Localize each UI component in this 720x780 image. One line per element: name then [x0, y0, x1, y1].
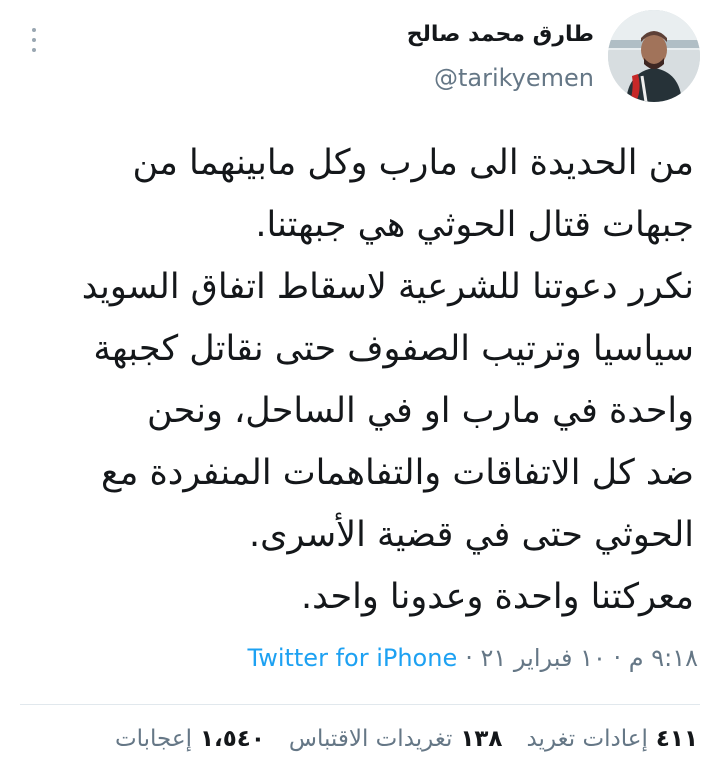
quotes-stat[interactable]: ١٣٨ تغريدات الاقتباس — [289, 726, 503, 752]
tweet-line: سياسيا وترتيب الصفوف حتى نقاتل كجبهة — [93, 329, 694, 369]
likes-stat[interactable]: ١،٥٤٠ إعجابات — [115, 726, 265, 752]
tweet-timestamp[interactable]: ٩:١٨ م · ١٠ فبراير ٢١ · — [465, 644, 698, 672]
quotes-count: ١٣٨ — [460, 726, 503, 752]
tweet-line: معركتنا واحدة وعدونا واحد. — [301, 577, 694, 617]
tweet-text: من الحديدة الى مارب وكل مابينهما من جبها… — [14, 132, 694, 628]
more-dot — [32, 48, 36, 52]
avatar[interactable] — [608, 10, 700, 102]
user-handle[interactable]: @tarikyemen — [434, 64, 594, 92]
tweet-source-link[interactable]: Twitter for iPhone — [248, 644, 458, 672]
tweet-card: طارق محمد صالح @tarikyemen من الحديدة ال… — [0, 0, 720, 780]
more-dot — [32, 38, 36, 42]
more-dot — [32, 28, 36, 32]
retweets-count: ٤١١ — [655, 726, 698, 752]
likes-count: ١،٥٤٠ — [199, 726, 265, 752]
display-name[interactable]: طارق محمد صالح — [407, 22, 594, 47]
avatar-image — [608, 10, 700, 102]
tweet-line: جبهات قتال الحوثي هي جبهتنا. — [255, 205, 694, 245]
tweet-stats: ٤١١ إعادات تغريد ١٣٨ تغريدات الاقتباس ١،… — [115, 726, 698, 752]
divider — [20, 704, 700, 705]
retweets-label: إعادات تغريد — [526, 726, 648, 752]
retweets-stat[interactable]: ٤١١ إعادات تغريد — [526, 726, 698, 752]
tweet-meta: ٩:١٨ م · ١٠ فبراير ٢١ · Twitter for iPho… — [248, 644, 699, 672]
tweet-line: ضد كل الاتفاقات والتفاهمات المنفردة مع — [100, 453, 694, 493]
tweet-line: واحدة في مارب او في الساحل، ونحن — [146, 391, 694, 431]
more-vertical-icon[interactable] — [30, 28, 38, 52]
tweet-line: نكرر دعوتنا للشرعية لاسقاط اتفاق السويد — [81, 267, 694, 307]
tweet-line: من الحديدة الى مارب وكل مابينهما من — [132, 143, 694, 183]
quotes-label: تغريدات الاقتباس — [288, 726, 453, 752]
tweet-line: الحوثي حتى في قضية الأسرى. — [248, 515, 694, 555]
likes-label: إعجابات — [114, 726, 192, 752]
